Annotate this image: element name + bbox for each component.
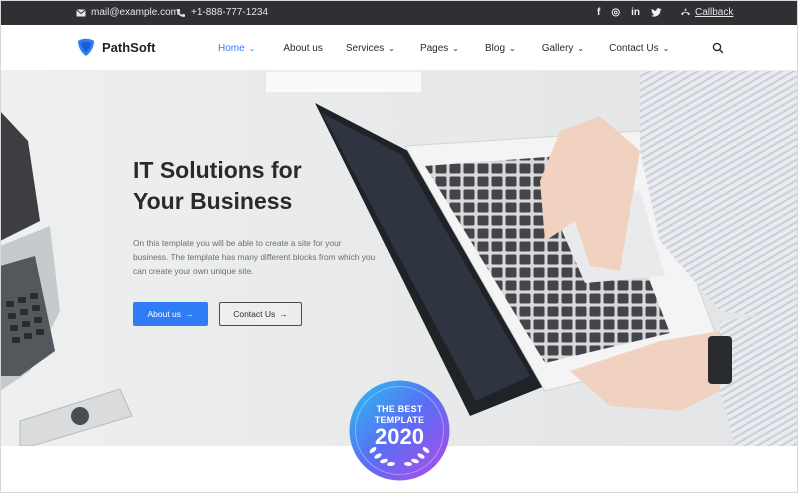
nav-label-pages: Pages [419,42,449,54]
chevron-down-icon: ⌄ [388,43,395,53]
instagram-icon[interactable]: ◎ [611,7,620,18]
arrow-right-icon: → [279,309,288,319]
nav-label-gallery: Gallery [541,42,574,54]
nav-label-contact-us: Contact Us [609,42,659,54]
nav-item-about-us[interactable]: About us [283,43,322,54]
nav-item-contact-us[interactable]: Contact Us ⌄ [609,43,669,54]
topbar-phone[interactable]: +1-888-777-1234 [176,0,268,25]
facebook-icon[interactable]: f [597,7,600,18]
topbar-email[interactable]: mail@example.com [76,0,179,25]
about-us-button[interactable]: About us → [133,302,208,326]
chevron-down-icon: ⌄ [452,43,459,53]
headline-line-1: IT Solutions for [133,157,302,183]
chevron-down-icon: ⌄ [509,43,516,53]
nav-menu: Home ⌄ About us Services ⌄ Pages ⌄ Blog … [218,25,669,71]
nav-label-about-us: About us [283,42,323,54]
search-icon[interactable] [712,42,724,54]
pathsoft-logo-icon [78,38,94,56]
nav-item-blog[interactable]: Blog ⌄ [485,43,516,54]
nav-label-services: Services [345,42,385,54]
contact-us-button[interactable]: Contact Us → [219,302,302,326]
nav-item-gallery[interactable]: Gallery ⌄ [542,43,584,54]
nav-item-services[interactable]: Services ⌄ [346,43,395,54]
callback-icon [681,8,690,16]
hero-description: On this template you will be able to cre… [133,238,376,276]
main-navigation: PathSoft Home ⌄ About us Services ⌄ Page… [0,25,798,71]
chevron-down-icon: ⌄ [662,43,670,53]
nav-item-home[interactable]: Home ⌄ [218,43,255,54]
brand-logo[interactable]: PathSoft [76,37,155,57]
brand-name: PathSoft [102,39,156,55]
twitter-icon[interactable] [651,8,662,17]
headline-line-2: Your Business [133,188,293,214]
chevron-down-icon: ⌄ [248,43,256,53]
mail-icon [76,8,86,16]
badge-line-1: THE BEST [376,404,423,414]
top-bar: mail@example.com +1-888-777-1234 f ◎ in … [0,0,798,25]
nav-item-pages[interactable]: Pages ⌄ [420,43,459,54]
hero-headline: IT Solutions for Your Business [133,155,373,217]
callback-link[interactable]: Callback [680,0,733,25]
arrow-right-icon: → [185,309,194,319]
best-template-badge: THE BEST TEMPLATE 2020 [349,380,450,481]
social-links: f ◎ in [597,0,662,25]
nav-label-home: Home [218,42,245,54]
badge-year: 2020 [375,424,424,449]
linkedin-icon[interactable]: in [631,7,640,18]
chevron-down-icon: ⌄ [577,43,585,53]
phone-text: +1-888-777-1234 [191,7,269,18]
contact-us-button-label: Contact Us [233,309,276,319]
phone-icon [177,8,185,17]
nav-label-blog: Blog [485,42,506,54]
email-text: mail@example.com [91,7,179,18]
about-us-button-label: About us [147,309,182,319]
callback-label: Callback [695,7,734,18]
